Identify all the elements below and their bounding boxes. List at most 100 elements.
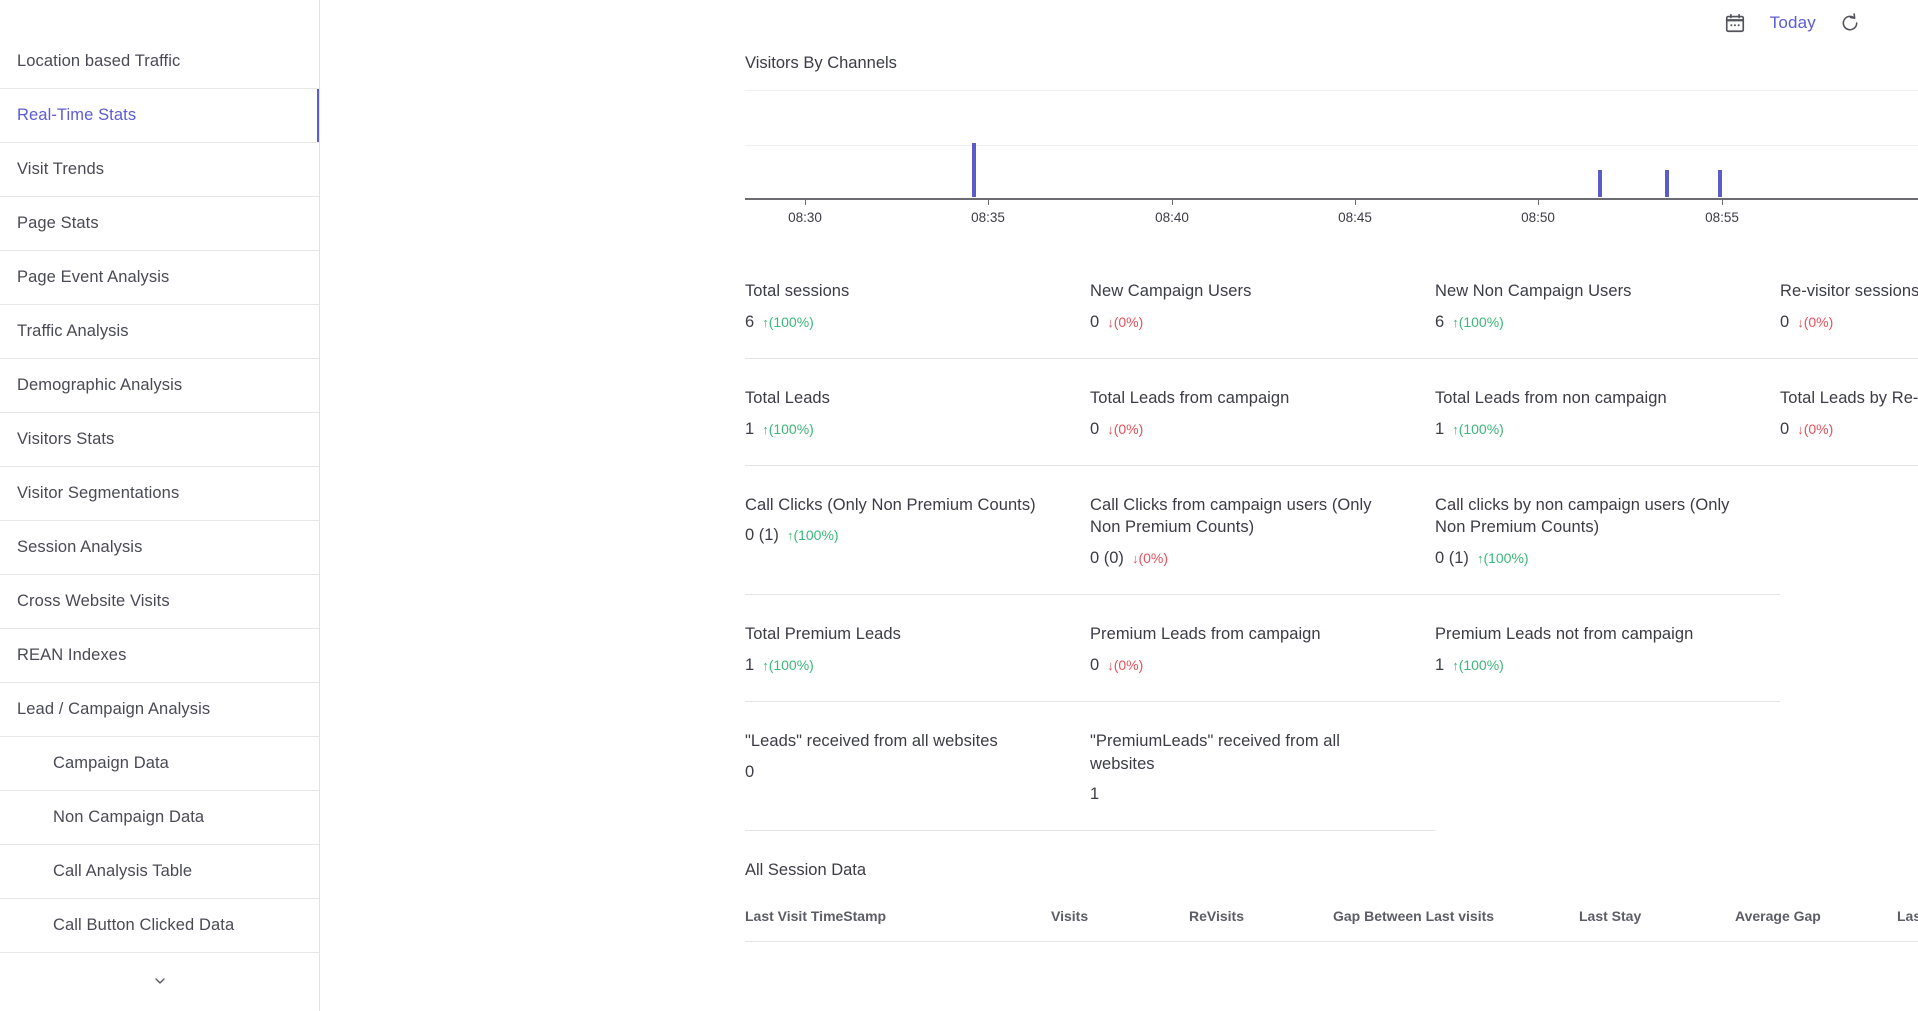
table-column-header[interactable]: Gap Between Last visits — [1333, 908, 1579, 943]
today-button[interactable]: Today — [1770, 13, 1816, 33]
sidebar-item-label: Call Analysis Table — [53, 862, 193, 880]
sidebar-item-session-analysis[interactable]: Session Analysis — [0, 521, 319, 575]
table-column-header[interactable]: Last Stay — [1579, 908, 1735, 943]
chart-x-tick — [805, 198, 806, 205]
table-column-header[interactable]: Average Gap — [1735, 908, 1897, 943]
metric-delta-label: (0%) — [1113, 420, 1144, 437]
metric-delta-up: ↑(100%) — [1452, 421, 1504, 437]
metric-label: Total Leads — [745, 388, 830, 407]
sidebar-item-location-based-traffic[interactable]: Location based Traffic — [0, 35, 319, 89]
sidebar-item-page-event-analysis[interactable]: Page Event Analysis — [0, 251, 319, 305]
metric-label: Re-visitor sessions — [1780, 282, 1918, 300]
metric-delta-up: ↑(100%) — [762, 657, 814, 673]
refresh-icon[interactable] — [1840, 13, 1860, 33]
metric-value-row: 0 (0) ↓(0%) — [1090, 549, 1405, 568]
chart-bar — [1665, 170, 1669, 197]
metric-value-row: 1 ↑(100%) — [1435, 420, 1750, 439]
chart-x-tick-label: 08:55 — [1705, 210, 1739, 225]
metric-value: 0 — [1090, 419, 1100, 438]
metric-label: Call Clicks from campaign users (Only No… — [1090, 495, 1372, 537]
metric-value: 6 — [1435, 312, 1445, 331]
metric-value-row: 1 — [1090, 785, 1405, 804]
metric-delta-up: ↑(100%) — [762, 314, 814, 330]
sidebar-item-visitor-segmentations[interactable]: Visitor Segmentations — [0, 467, 319, 521]
chart-x-tick-label: 08:40 — [1155, 210, 1189, 225]
sidebar-item-call-button-clicked-data[interactable]: Call Button Clicked Data — [0, 899, 319, 953]
metric-value: 0 (1) — [745, 526, 779, 545]
metric-delta-label: (100%) — [768, 656, 814, 673]
sidebar-item-rean-indexes[interactable]: REAN Indexes — [0, 629, 319, 683]
sidebar-item-label: Demographic Analysis — [17, 376, 183, 394]
sidebar-item-traffic-analysis[interactable]: Traffic Analysis — [0, 305, 319, 359]
metric-label: Call Clicks (Only Non Premium Counts) — [745, 495, 1036, 514]
metric-delta-up: ↑(100%) — [1477, 550, 1529, 566]
sidebar-item-non-campaign-data[interactable]: Non Campaign Data — [0, 791, 319, 845]
visitors-by-channels-chart: 08:30 08:35 08:40 08:45 08:50 08:55 — [745, 88, 1918, 238]
sidebar-item-cross-website-visits[interactable]: Cross Website Visits — [0, 575, 319, 629]
chart-x-tick — [1538, 198, 1539, 205]
sidebar-item-visitors-stats[interactable]: Visitors Stats — [0, 413, 319, 467]
table-column-header[interactable]: Last Visit TimeStamp — [745, 908, 1051, 943]
metric-value: 1 — [1090, 785, 1100, 804]
metric-delta-up: ↑(100%) — [762, 421, 814, 437]
metric-value: 1 — [1435, 419, 1445, 438]
metric-label: Premium Leads not from campaign — [1435, 625, 1694, 644]
chart-bar — [1598, 170, 1602, 197]
dashboard-body: Visitors By Channels 08:30 08:35 08:40 08:4… — [320, 54, 1918, 943]
calendar-icon[interactable] — [1724, 12, 1746, 34]
metric-value: 0 — [1780, 419, 1790, 438]
metric-value-row: 0 — [745, 763, 1060, 782]
metric-card: Total Leads from non campaign 1 ↑(100%) — [1435, 387, 1780, 439]
metric-card: Total Leads from campaign 0 ↓(0%) — [1090, 387, 1435, 439]
sidebar-item-demographic-analysis[interactable]: Demographic Analysis — [0, 359, 319, 413]
table-column-header[interactable]: ReVisits — [1189, 908, 1333, 943]
sidebar-item-label: Campaign Data — [53, 754, 169, 772]
metric-card: Call Clicks (Only Non Premium Counts) 0 (… — [745, 494, 1090, 569]
sidebar-item-visit-trends[interactable]: Visit Trends — [0, 143, 319, 197]
metric-card: Total sessions 6 ↑(100%) — [745, 280, 1090, 332]
metric-delta-label: (100%) — [1458, 656, 1504, 673]
metric-value: 6 — [745, 312, 755, 331]
table-column-header[interactable]: Visits — [1051, 908, 1189, 943]
chart-x-tick-label: 08:45 — [1338, 210, 1372, 225]
sidebar-item-lead-campaign-analysis[interactable]: Lead / Campaign Analysis — [0, 683, 319, 737]
sidebar-item-label: Visitor Segmentations — [17, 484, 180, 502]
sidebar-nav-list: Location based Traffic Real-Time Stats Vis… — [0, 35, 319, 953]
metric-value-row: 0 ↓(0%) — [1090, 420, 1405, 439]
metric-value-row: 6 ↑(100%) — [1435, 313, 1750, 332]
sidebar-item-call-analysis-table[interactable]: Call Analysis Table — [0, 845, 319, 899]
metric-label: Total Leads by Re-visitors — [1780, 388, 1918, 407]
metric-value-row: 0 ↓(0%) — [1780, 313, 1918, 332]
metric-card: Call Clicks from campaign users (Only No… — [1090, 494, 1435, 569]
chart-x-tick — [988, 198, 989, 205]
metric-value-row: 0 (1) ↑(100%) — [1435, 549, 1750, 568]
metric-delta-down: ↓(0%) — [1797, 421, 1833, 437]
metric-value: 0 — [1090, 312, 1100, 331]
sidebar-item-label: Page Stats — [17, 214, 99, 232]
metric-value: 0 (1) — [1435, 549, 1469, 568]
metric-card: New Campaign Users 0 ↓(0%) — [1090, 280, 1435, 332]
metric-delta-down: ↓(0%) — [1107, 421, 1143, 437]
chart-x-axis — [745, 198, 1918, 200]
chart-bar — [1718, 170, 1722, 197]
sidebar-item-real-time-stats[interactable]: Real-Time Stats — [0, 89, 319, 143]
chart-bar — [972, 143, 976, 197]
metric-delta-label: (100%) — [1458, 313, 1504, 330]
main-content: Today Visitors By Channels 08:30 08:35 08:… — [320, 0, 1918, 1011]
metric-card: "Leads" received from all websites 0 — [745, 730, 1090, 805]
metric-label: Call clicks by non campaign users (Only … — [1435, 495, 1730, 537]
sidebar-item-label: REAN Indexes — [17, 646, 127, 664]
chart-x-tick-label: 08:30 — [788, 210, 822, 225]
metric-value: 0 — [1090, 655, 1100, 674]
sidebar-expand-button[interactable] — [0, 953, 319, 1009]
chevron-down-icon — [154, 978, 165, 984]
session-data-table: Last Visit TimeStamp Visits ReVisits Gap Be… — [745, 908, 1918, 943]
sidebar-item-campaign-data[interactable]: Campaign Data — [0, 737, 319, 791]
sidebar: Location based Traffic Real-Time Stats Vis… — [0, 0, 320, 1011]
sidebar-item-page-stats[interactable]: Page Stats — [0, 197, 319, 251]
metric-value: 0 — [745, 762, 755, 781]
table-column-header[interactable]: Last Visited Page — [1897, 908, 1918, 943]
metric-delta-label: (0%) — [1803, 420, 1834, 437]
sidebar-item-label: Lead / Campaign Analysis — [17, 700, 211, 718]
sidebar-item-label: Visit Trends — [17, 160, 105, 178]
